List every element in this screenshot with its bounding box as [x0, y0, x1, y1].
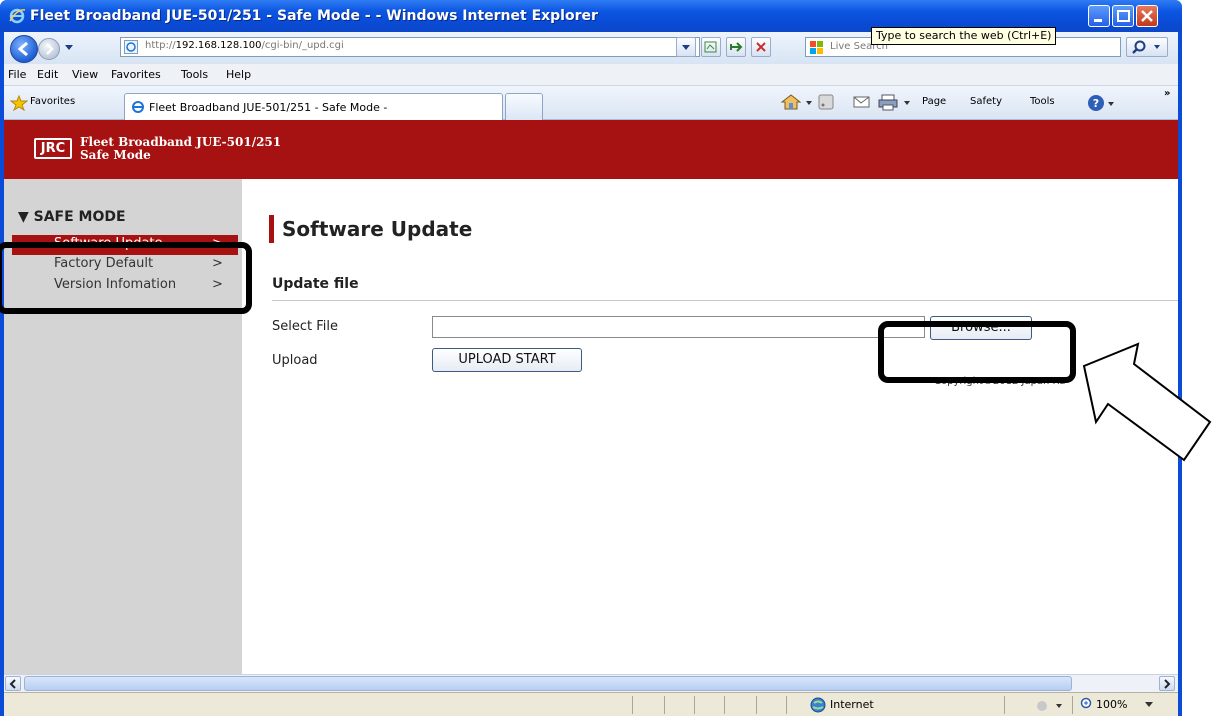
address-dropdown-button[interactable]	[676, 37, 696, 57]
search-tooltip: Type to search the web (Ctrl+E)	[871, 27, 1057, 45]
pointer-arrow-icon	[1082, 342, 1212, 462]
print-icon[interactable]	[878, 93, 900, 111]
status-divider	[694, 696, 695, 714]
status-divider	[756, 696, 757, 714]
status-divider	[664, 696, 665, 714]
forward-button[interactable]	[38, 38, 60, 60]
new-tab-button[interactable]	[505, 93, 543, 120]
chevron-left-icon	[9, 679, 16, 689]
favorites-bar: Favorites Fleet Broadband JUE-501/251 - …	[4, 86, 1178, 120]
protected-mode-icon[interactable]	[1036, 698, 1066, 712]
zoom-icon	[1080, 697, 1092, 709]
upload-label: Upload	[272, 353, 318, 368]
page-menu[interactable]: Page	[922, 96, 946, 107]
close-button[interactable]	[1136, 5, 1158, 27]
favorites-button-label[interactable]: Favorites	[30, 96, 75, 107]
tab-title: Fleet Broadband JUE-501/251 - Safe Mode …	[149, 101, 388, 114]
minimize-icon	[1094, 19, 1102, 22]
window-title: Fleet Broadband JUE-501/251 - Safe Mode …	[30, 8, 598, 24]
compatibility-icon	[704, 41, 717, 53]
security-zone-label[interactable]: Internet	[830, 698, 874, 711]
stop-button[interactable]	[751, 37, 771, 57]
tab-safe-mode[interactable]: Fleet Broadband JUE-501/251 - Safe Mode …	[124, 93, 503, 120]
section-title: Update file	[272, 276, 359, 292]
home-icon[interactable]	[780, 93, 802, 111]
help-icon[interactable]: ?	[1086, 93, 1118, 113]
zoom-level[interactable]: 100%	[1096, 698, 1127, 711]
chevron-right-icon	[1164, 679, 1171, 689]
zoom-dropdown-icon[interactable]	[1144, 701, 1154, 709]
close-icon	[1141, 10, 1153, 22]
menu-file[interactable]: File	[8, 68, 26, 81]
status-divider	[1004, 696, 1005, 714]
status-divider	[724, 696, 725, 714]
status-divider	[1072, 696, 1073, 714]
ie-logo-icon	[9, 8, 26, 24]
status-divider	[632, 696, 633, 714]
print-dropdown-icon[interactable]	[902, 93, 912, 111]
url-text: http://192.168.128.100/cgi-bin/_upd.cgi	[145, 40, 344, 51]
history-dropdown-icon[interactable]	[64, 44, 74, 52]
feeds-icon[interactable]	[817, 93, 835, 111]
menu-tools[interactable]: Tools	[181, 68, 208, 81]
select-file-label: Select File	[272, 319, 338, 334]
tools-menu[interactable]: Tools	[1030, 96, 1055, 107]
jrc-logo: JRC	[34, 138, 72, 159]
live-search-logo-icon	[810, 41, 823, 54]
sidebar-heading: ▼ SAFE MODE	[18, 209, 126, 225]
back-arrow-icon	[17, 41, 28, 57]
scroll-right-button[interactable]	[1159, 676, 1175, 691]
menu-favorites[interactable]: Favorites	[111, 68, 161, 81]
page-viewport: JRC Fleet Broadband JUE-501/251 Safe Mod…	[4, 120, 1178, 674]
minimize-button[interactable]	[1088, 5, 1110, 27]
compatibility-view-button[interactable]	[701, 37, 721, 57]
svg-text:?: ?	[1093, 97, 1099, 110]
highlight-box-software-update	[0, 242, 252, 314]
page-ie-icon	[132, 101, 144, 113]
chevron-down-icon	[682, 45, 690, 50]
highlight-box-browse	[878, 321, 1076, 383]
header-title: Fleet Broadband JUE-501/251 Safe Mode	[80, 136, 281, 162]
menu-help[interactable]: Help	[226, 68, 251, 81]
file-path-input[interactable]	[432, 316, 925, 338]
header-title-line2: Safe Mode	[80, 148, 151, 162]
search-icon	[1132, 40, 1160, 54]
upload-start-button[interactable]: UPLOAD START	[432, 348, 582, 372]
site-header: JRC Fleet Broadband JUE-501/251 Safe Mod…	[4, 120, 1178, 179]
back-button[interactable]	[10, 35, 38, 63]
menu-edit[interactable]: Edit	[37, 68, 58, 81]
maximize-button[interactable]	[1112, 5, 1134, 27]
forward-arrow-icon	[46, 43, 54, 55]
safety-menu[interactable]: Safety	[970, 96, 1002, 107]
page-ie-icon	[124, 40, 138, 54]
menu-view[interactable]: View	[72, 68, 98, 81]
maximize-icon	[1117, 10, 1130, 22]
scrollbar-thumb[interactable]	[24, 676, 1072, 691]
status-divider	[786, 696, 787, 714]
horizontal-scrollbar[interactable]	[4, 674, 1178, 692]
address-field[interactable]: http://192.168.128.100/cgi-bin/_upd.cgi	[120, 37, 700, 57]
mail-icon[interactable]	[852, 93, 872, 111]
section-divider	[272, 300, 1178, 301]
refresh-button[interactable]	[726, 37, 746, 57]
globe-icon	[810, 697, 826, 713]
scroll-left-button[interactable]	[5, 676, 21, 691]
favorites-star-icon[interactable]	[10, 95, 28, 111]
refresh-icon	[730, 42, 743, 52]
home-dropdown-icon[interactable]	[804, 93, 814, 111]
search-go-button[interactable]	[1126, 37, 1168, 57]
chevron-more-icon[interactable]: »	[1164, 88, 1170, 99]
stop-icon	[756, 42, 766, 52]
menu-bar: File Edit View Favorites Tools Help	[4, 64, 1178, 86]
page-title: Software Update	[269, 215, 472, 243]
status-bar: Internet 100%	[4, 692, 1178, 716]
